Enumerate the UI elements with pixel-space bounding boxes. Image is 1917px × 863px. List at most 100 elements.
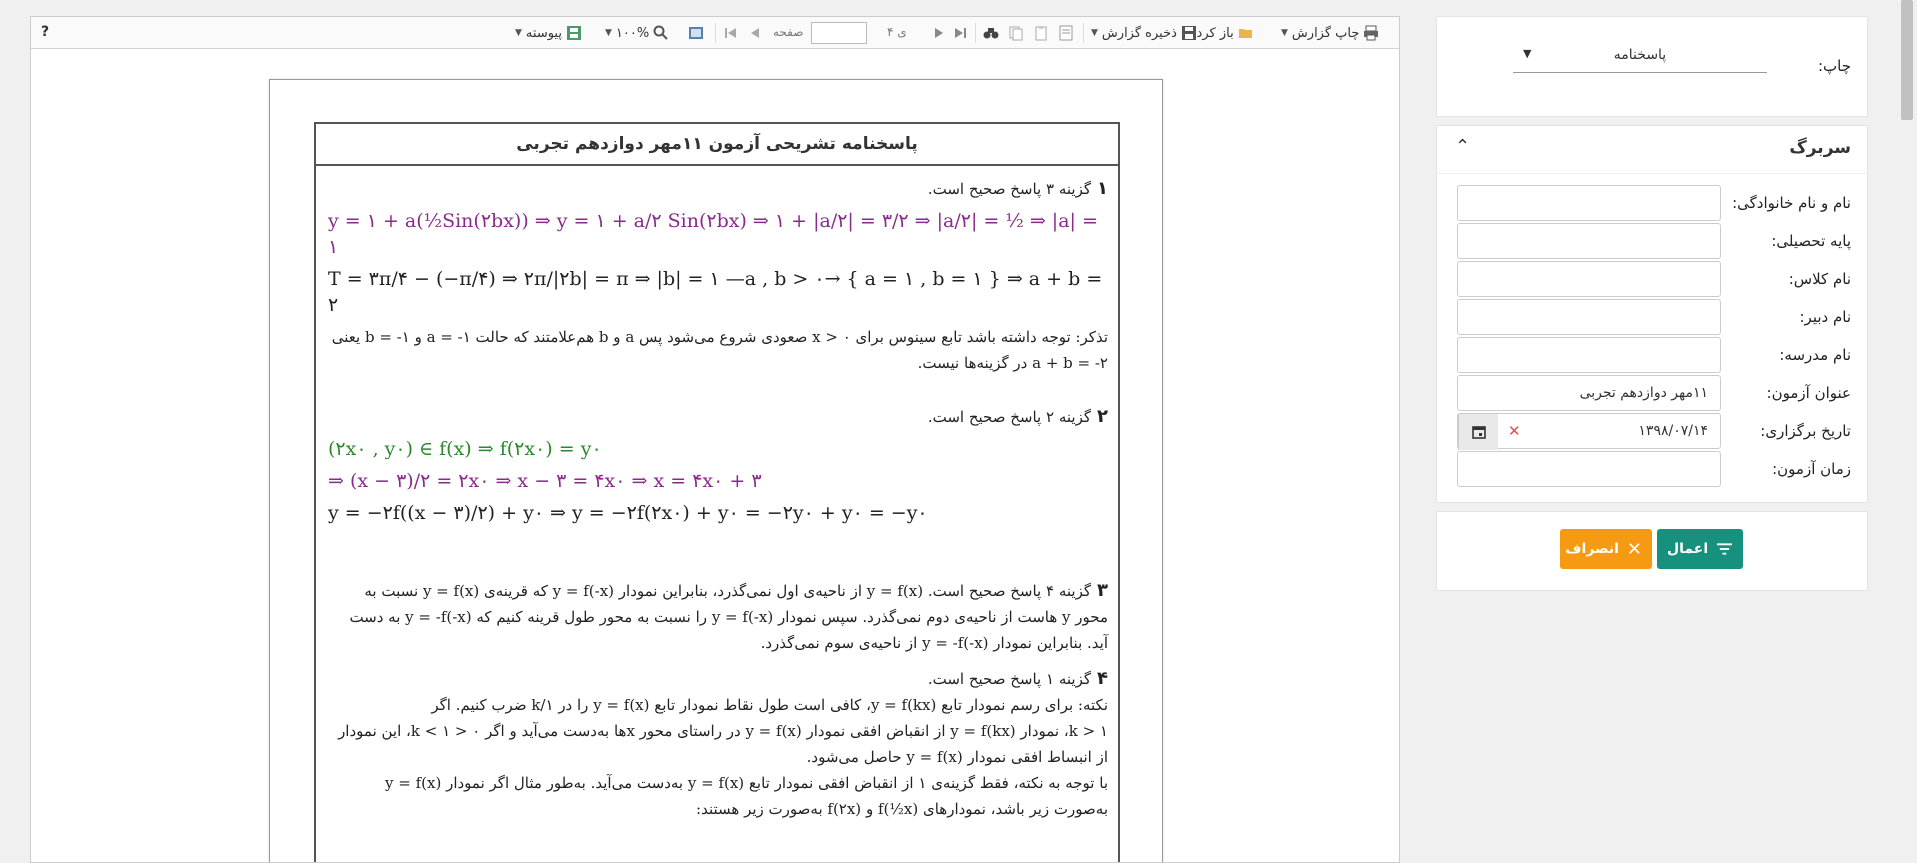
school-name-field[interactable]	[1457, 337, 1721, 373]
continuous-label: پیوسته	[525, 25, 562, 41]
save-icon	[1181, 26, 1196, 40]
last-page-icon[interactable]	[952, 25, 968, 41]
close-icon: ✕	[1626, 538, 1642, 560]
settings-sidebar: چاپ: پاسخنامه ▼ سربرگ ⌃ نام و نام خانواد…	[1436, 16, 1868, 599]
form-row-full-name: نام و نام خانوادگی:	[1457, 185, 1851, 221]
question-head: گزینه ۱ پاسخ صحیح است.	[927, 670, 1091, 688]
full-name-field[interactable]	[1457, 185, 1721, 221]
clear-icon[interactable]: ✕	[1508, 422, 1521, 440]
calendar-icon	[1471, 426, 1486, 439]
print-type-value: پاسخنامه	[1613, 46, 1667, 63]
toolbar-divider	[975, 23, 976, 43]
form-row-exam-date: تاریخ برگزاری: ۱۳۹۸/۰۷/۱۴ ✕	[1457, 413, 1851, 450]
magnifier-icon	[653, 25, 668, 40]
question-1: ۱ گزینه ۳ پاسخ صحیح است. y = ۱ + a(½Sin(۲…	[328, 176, 1108, 376]
filter-icon	[1717, 543, 1733, 555]
grade-field[interactable]	[1457, 223, 1721, 259]
exam-date-field[interactable]: ۱۳۹۸/۰۷/۱۴ ✕	[1457, 413, 1721, 450]
form-row-school: نام مدرسه:	[1457, 337, 1851, 373]
formula-line: T = ۳π/۴ − (−π/۴) ⇒ ۲π/|۲b| = π ⇒ |b| = …	[328, 268, 1103, 316]
form-row-exam-title: عنوان آزمون: ۱۱مهر دوازدهم تجربی	[1457, 375, 1851, 411]
viewer-toolbar: ▼ چاپ گزارش باز کردن ▼ ذخیره گزارش ۴ ی ص…	[31, 17, 1399, 49]
page-setup-icon[interactable]	[1058, 25, 1074, 41]
page-number-input[interactable]	[811, 22, 867, 44]
cancel-button[interactable]: ✕ انصراف	[1560, 529, 1652, 569]
header-panel-heading[interactable]: سربرگ ⌃	[1437, 126, 1867, 174]
question-note: تذکر: توجه داشته باشد تابع سینوس برای x …	[331, 328, 1108, 372]
print-report-button[interactable]: ▼ چاپ گزارش	[1281, 23, 1379, 43]
save-report-button[interactable]: ▼ ذخیره گزارش	[1091, 23, 1197, 43]
print-type-select[interactable]: پاسخنامه ▼	[1513, 37, 1767, 73]
chevron-down-icon: ▼	[515, 28, 522, 38]
formula-line: y = −۲f((x − ۳)/۲) + y۰ ⇒ y = −۲f(۲x۰) +…	[328, 502, 928, 524]
calendar-button[interactable]	[1458, 414, 1498, 450]
form-row-grade: پایه تحصیلی:	[1457, 223, 1851, 259]
question-paragraph: نکته: برای رسم نمودار تابع y = f(kx)، کا…	[431, 696, 1108, 714]
exam-time-label: زمان آزمون:	[1772, 460, 1851, 478]
copy-icon[interactable]	[1008, 25, 1024, 41]
chevron-down-icon: ▼	[1091, 28, 1098, 38]
form-row-exam-time: زمان آزمون:	[1457, 451, 1851, 487]
form-row-class: نام کلاس:	[1457, 261, 1851, 297]
full-name-label: نام و نام خانوادگی:	[1732, 194, 1851, 212]
paste-icon[interactable]	[1033, 25, 1049, 41]
previous-page-icon[interactable]	[748, 25, 764, 41]
question-number: ۴	[1097, 668, 1108, 689]
class-name-field[interactable]	[1457, 261, 1721, 297]
zoom-value: ۱۰۰%	[615, 25, 650, 41]
open-button[interactable]: باز کردن	[1187, 23, 1254, 43]
form-row-teacher: نام دبیر:	[1457, 299, 1851, 335]
formula-line: (۲x۰ , y۰) ∈ f(x) ⇒ f(۲x۰) = y۰	[328, 438, 602, 460]
question-head: گزینه ۳ پاسخ صحیح است.	[927, 180, 1091, 198]
question-number: ۲	[1097, 406, 1108, 427]
document-title: پاسخنامه تشریحی آزمون ۱۱مهر دوازدهم تجرب…	[316, 124, 1118, 166]
question-3: ۳گزینه ۴ پاسخ صحیح است. y = f(x) از ناحی…	[328, 578, 1108, 656]
apply-button[interactable]: اعمال	[1657, 529, 1743, 569]
page-scrollbar[interactable]	[1897, 0, 1917, 863]
zoom-dropdown[interactable]: ▼ ۱۰۰%	[605, 23, 669, 43]
question-text: گزینه ۴ پاسخ صحیح است. y = f(x) از ناحیه…	[349, 582, 1108, 652]
exam-time-field[interactable]	[1457, 451, 1721, 487]
apply-label: اعمال	[1667, 541, 1709, 557]
first-page-icon[interactable]	[723, 25, 739, 41]
teacher-name-field[interactable]	[1457, 299, 1721, 335]
question-number: ۱	[1097, 178, 1108, 199]
toolbar-divider	[715, 23, 716, 43]
question-head: گزینه ۲ پاسخ صحیح است.	[927, 408, 1091, 426]
continuous-view-dropdown[interactable]: ▼ پیوسته	[515, 23, 582, 43]
printer-icon	[1364, 25, 1379, 41]
toolbar-divider	[1083, 23, 1084, 43]
question-paragraph: k > ۱، نمودار y = f(kx) از انقباض افقی ن…	[338, 722, 1108, 766]
chevron-down-icon: ▼	[1281, 28, 1288, 38]
print-panel: چاپ: پاسخنامه ▼	[1436, 16, 1868, 117]
question-2: ۲ گزینه ۲ پاسخ صحیح است. (۲x۰ , y۰) ∈ f(x…	[328, 404, 1108, 532]
school-name-label: نام مدرسه:	[1779, 346, 1851, 364]
formula-line: ⇒ (x − ۳)/۲ = ۲x۰ ⇒ x − ۳ = ۴x۰ ⇒ x = ۴x…	[328, 470, 762, 492]
exam-title-label: عنوان آزمون:	[1766, 384, 1851, 402]
folder-icon	[1238, 29, 1252, 38]
help-button[interactable]: ?	[41, 24, 49, 40]
header-panel: سربرگ ⌃ نام و نام خانوادگی: پایه تحصیلی:…	[1436, 125, 1868, 503]
report-viewer: ▼ چاپ گزارش باز کردن ▼ ذخیره گزارش ۴ ی ص…	[30, 16, 1400, 863]
chevron-down-icon: ▼	[605, 28, 612, 38]
chevron-up-icon[interactable]: ⌃	[1455, 136, 1470, 157]
page-count-label: ۴ ی	[887, 25, 907, 39]
scrollbar-thumb[interactable]	[1901, 0, 1913, 120]
formula-line: y = ۱ + a(½Sin(۲bx)) ⇒ y = ۱ + a/۲ Sin(۲…	[328, 210, 1098, 258]
question-4: ۴ گزینه ۱ پاسخ صحیح است. نکته: برای رسم ن…	[328, 666, 1108, 822]
dropdown-arrow-icon: ▼	[1523, 47, 1532, 60]
class-name-label: نام کلاس:	[1788, 270, 1851, 288]
fit-page-icon[interactable]	[688, 25, 704, 41]
header-panel-title: سربرگ	[1789, 138, 1851, 158]
document-area: پاسخنامه تشریحی آزمون ۱۱مهر دوازدهم تجرب…	[31, 49, 1399, 862]
print-report-label: چاپ گزارش	[1291, 25, 1360, 41]
next-page-icon[interactable]	[930, 25, 946, 41]
question-number: ۳	[1097, 580, 1108, 601]
question-paragraph: با توجه به نکته، فقط گزینه‌ی ۱ از انقباض…	[385, 774, 1108, 818]
teacher-name-label: نام دبیر:	[1799, 308, 1851, 326]
answer-frame: پاسخنامه تشریحی آزمون ۱۱مهر دوازدهم تجرب…	[314, 122, 1120, 862]
exam-title-field[interactable]: ۱۱مهر دوازدهم تجربی	[1457, 375, 1721, 411]
exam-date-value: ۱۳۹۸/۰۷/۱۴	[1638, 423, 1708, 439]
find-icon[interactable]	[983, 25, 999, 41]
grade-label: پایه تحصیلی:	[1771, 232, 1851, 250]
